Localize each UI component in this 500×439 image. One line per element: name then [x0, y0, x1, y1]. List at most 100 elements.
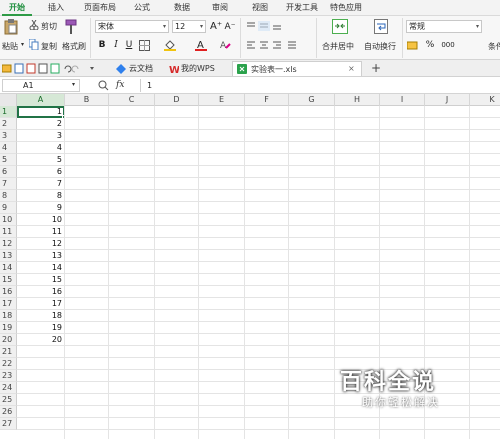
- row-header-8[interactable]: 8: [0, 190, 17, 202]
- column-header-b[interactable]: B: [65, 94, 109, 106]
- font-color-icon[interactable]: A: [195, 39, 207, 51]
- tab-home[interactable]: 开始: [2, 0, 32, 16]
- tab-data[interactable]: 数据: [168, 0, 196, 16]
- row-header-17[interactable]: 17: [0, 298, 17, 310]
- tab-formulas[interactable]: 公式: [128, 0, 156, 16]
- wrap-text-button[interactable]: 自动换行: [364, 41, 396, 52]
- row-header-4[interactable]: 4: [0, 142, 17, 154]
- cell-a5[interactable]: 5: [17, 154, 64, 166]
- tab-developer[interactable]: 开发工具: [282, 0, 322, 16]
- cell-a9[interactable]: 9: [17, 202, 64, 214]
- cell-a11[interactable]: 11: [17, 226, 64, 238]
- cell-a3[interactable]: 3: [17, 130, 64, 142]
- cell-a4[interactable]: 4: [17, 142, 64, 154]
- currency-icon[interactable]: [406, 40, 419, 51]
- row-header-27[interactable]: 27: [0, 418, 17, 430]
- cell-a14[interactable]: 14: [17, 262, 64, 274]
- row-header-25[interactable]: 25: [0, 394, 17, 406]
- copy-button[interactable]: 复制: [41, 41, 57, 52]
- row-header-14[interactable]: 14: [0, 262, 17, 274]
- row-header-13[interactable]: 13: [0, 250, 17, 262]
- column-header-e[interactable]: E: [199, 94, 245, 106]
- column-header-f[interactable]: F: [245, 94, 289, 106]
- name-box[interactable]: A1: [2, 79, 80, 92]
- row-header-10[interactable]: 10: [0, 214, 17, 226]
- tab-view[interactable]: 视图: [246, 0, 274, 16]
- row-header-9[interactable]: 9: [0, 202, 17, 214]
- fill-color-icon[interactable]: [164, 39, 176, 51]
- column-header-g[interactable]: G: [289, 94, 335, 106]
- row-header-5[interactable]: 5: [0, 154, 17, 166]
- format-painter-button[interactable]: 格式刷: [62, 41, 86, 52]
- row-header-23[interactable]: 23: [0, 370, 17, 382]
- cell-a19[interactable]: 19: [17, 322, 64, 334]
- cut-button[interactable]: 剪切: [41, 21, 57, 32]
- wrap-text-icon[interactable]: [374, 19, 388, 34]
- cell-a12[interactable]: 12: [17, 238, 64, 250]
- underline-button[interactable]: U: [123, 39, 135, 51]
- row-header-22[interactable]: 22: [0, 358, 17, 370]
- clear-format-icon[interactable]: A: [219, 39, 231, 51]
- tab-insert[interactable]: 插入: [42, 0, 70, 16]
- row-header-16[interactable]: 16: [0, 286, 17, 298]
- merge-center-icon[interactable]: [332, 19, 348, 34]
- row-header-15[interactable]: 15: [0, 274, 17, 286]
- cell-a20[interactable]: 20: [17, 334, 64, 346]
- formula-input[interactable]: 1: [140, 79, 498, 92]
- cut-icon[interactable]: [29, 19, 39, 31]
- row-header-19[interactable]: 19: [0, 322, 17, 334]
- column-header-h[interactable]: H: [335, 94, 380, 106]
- row-header-18[interactable]: 18: [0, 310, 17, 322]
- cell-a17[interactable]: 17: [17, 298, 64, 310]
- row-header-11[interactable]: 11: [0, 226, 17, 238]
- font-size-select[interactable]: 12 ▾: [172, 20, 206, 33]
- cell-a13[interactable]: 13: [17, 250, 64, 262]
- row-header-2[interactable]: 2: [0, 118, 17, 130]
- borders-icon[interactable]: [139, 40, 150, 51]
- row-header-24[interactable]: 24: [0, 382, 17, 394]
- cell-a15[interactable]: 15: [17, 274, 64, 286]
- paste-icon[interactable]: [4, 19, 18, 35]
- italic-button[interactable]: I: [110, 39, 122, 51]
- bold-button[interactable]: B: [96, 39, 108, 51]
- quick-access-toolbar[interactable]: [1, 63, 94, 74]
- paste-dropdown-icon[interactable]: ▾: [21, 41, 24, 48]
- cell-a16[interactable]: 16: [17, 286, 64, 298]
- fx-icon[interactable]: fx: [116, 80, 124, 90]
- vertical-align-icons[interactable]: [246, 21, 306, 31]
- row-header-12[interactable]: 12: [0, 238, 17, 250]
- font-name-select[interactable]: 宋体 ▾: [95, 20, 169, 33]
- row-header-20[interactable]: 20: [0, 334, 17, 346]
- tab-my-wps[interactable]: 我的WPS: [181, 61, 225, 76]
- column-header-a[interactable]: A: [17, 94, 65, 106]
- tab-review[interactable]: 审阅: [206, 0, 234, 16]
- name-box-dropdown-icon[interactable]: ▾: [72, 81, 75, 88]
- column-header-j[interactable]: J: [425, 94, 470, 106]
- new-tab-button[interactable]: +: [371, 61, 383, 76]
- row-header-6[interactable]: 6: [0, 166, 17, 178]
- close-tab-icon[interactable]: ×: [348, 61, 358, 76]
- row-header-21[interactable]: 21: [0, 346, 17, 358]
- paste-button[interactable]: 粘贴: [2, 41, 18, 52]
- font-shrink-button[interactable]: A⁻: [224, 21, 236, 33]
- zoom-icon[interactable]: [98, 80, 109, 91]
- row-header-1[interactable]: 1: [0, 106, 17, 118]
- row-header-26[interactable]: 26: [0, 406, 17, 418]
- tab-cloud-docs[interactable]: 云文档: [129, 61, 165, 76]
- number-format-select[interactable]: 常规 ▾: [406, 20, 482, 33]
- cell-a2[interactable]: 2: [17, 118, 64, 130]
- column-header-c[interactable]: C: [109, 94, 155, 106]
- horizontal-align-icons[interactable]: [246, 40, 306, 50]
- conditional-format-button[interactable]: 条件: [488, 41, 500, 52]
- row-header-7[interactable]: 7: [0, 178, 17, 190]
- row-header-3[interactable]: 3: [0, 130, 17, 142]
- percent-button[interactable]: %: [424, 39, 436, 51]
- thousands-button[interactable]: 000: [440, 39, 456, 51]
- column-header-d[interactable]: D: [155, 94, 199, 106]
- font-grow-button[interactable]: A⁺: [210, 21, 222, 33]
- column-header-i[interactable]: I: [380, 94, 425, 106]
- cell-a10[interactable]: 10: [17, 214, 64, 226]
- merge-center-button[interactable]: 合并居中: [322, 41, 354, 52]
- copy-icon[interactable]: [28, 38, 39, 51]
- cell-a6[interactable]: 6: [17, 166, 64, 178]
